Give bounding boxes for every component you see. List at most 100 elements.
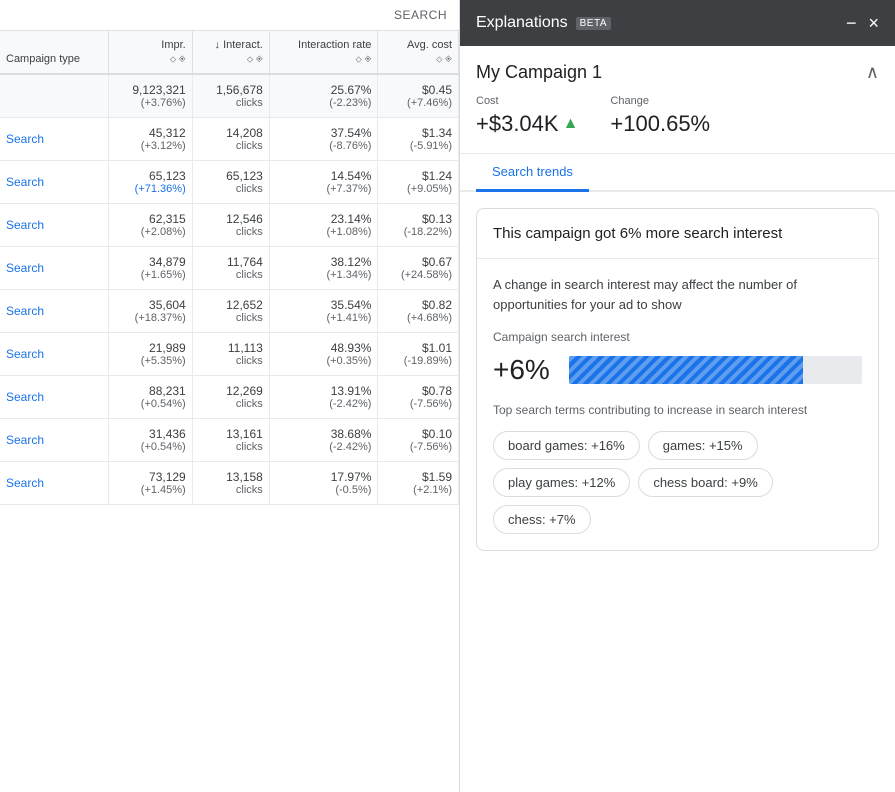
row-campaign-type[interactable]: Search [0,462,109,505]
row-interact-sub: clicks [199,269,263,281]
campaign-chevron-icon[interactable]: ∧ [866,62,879,83]
row-interact-rate: 17.97% (-0.5%) [269,462,378,505]
card-description: A change in search interest may affect t… [493,275,862,314]
cost-metric: Cost +$3.04K ▲ [476,95,578,137]
col-avg-cost-sort[interactable]: ⬦ ◈ [436,54,452,65]
total-impr-sub: (+3.76%) [115,97,185,109]
row-interact-main: 12,652 [199,298,263,312]
row-avg-cost-main: $0.82 [384,298,452,312]
row-campaign-type[interactable]: Search [0,161,109,204]
impr-sort-arrows: ⬦ ◈ [170,54,186,65]
row-interact-rate: 13.91% (-2.42%) [269,376,378,419]
row-avg-cost-main: $0.78 [384,384,452,398]
row-interact-main: 13,158 [199,470,263,484]
row-interact-rate: 23.14% (+1.08%) [269,204,378,247]
explanations-panel: Explanations BETA − × My Campaign 1 ∧ Co… [460,0,895,792]
row-campaign-type[interactable]: Search [0,376,109,419]
row-interact-sub: clicks [199,226,263,238]
beta-badge: BETA [576,17,611,30]
row-impr-main: 35,604 [115,298,185,312]
col-interact[interactable]: ↓ Interact. ⬦ ◈ [192,31,269,74]
row-avg-cost: $1.34 (-5.91%) [378,118,459,161]
col-interact-rate-label: Interaction rate [276,39,372,51]
row-interact: 11,113 clicks [192,333,269,376]
col-interact-rate-sort[interactable]: ⬦ ◈ [356,54,372,65]
row-impr-main: 34,879 [115,255,185,269]
row-impr: 88,231 (+0.54%) [109,376,192,419]
row-interact-sub: clicks [199,355,263,367]
row-interact-main: 14,208 [199,126,263,140]
row-avg-cost-sub: (-5.91%) [384,140,452,152]
row-impr-main: 21,989 [115,341,185,355]
table-row: Search 45,312 (+3.12%) 14,208 clicks 37.… [0,118,459,161]
row-impr-main: 31,436 [115,427,185,441]
panel-header: Explanations BETA − × [460,0,895,46]
total-interact-rate: 25.67% (-2.23%) [269,74,378,118]
row-interact-rate-main: 17.97% [276,470,372,484]
row-avg-cost-sub: (-19.89%) [384,355,452,367]
row-interact-rate-sub: (-0.5%) [276,484,372,496]
row-impr-sub: (+5.35%) [115,355,185,367]
row-avg-cost-sub: (+2.1%) [384,484,452,496]
row-campaign-type[interactable]: Search [0,333,109,376]
row-avg-cost: $0.82 (+4.68%) [378,290,459,333]
row-impr-sub: (+71.36%) [115,183,185,195]
row-campaign-type[interactable]: Search [0,204,109,247]
campaign-header: My Campaign 1 ∧ [476,62,879,83]
row-interact-rate-main: 48.93% [276,341,372,355]
term-chip: chess: +7% [493,505,591,534]
row-avg-cost-main: $0.13 [384,212,452,226]
bar-background [569,356,862,384]
row-interact-rate-sub: (-2.42%) [276,441,372,453]
close-button[interactable]: × [868,14,879,32]
total-impr: 9,123,321 (+3.76%) [109,74,192,118]
row-impr-sub: (+0.54%) [115,441,185,453]
campaign-section: My Campaign 1 ∧ Cost +$3.04K ▲ Change +1… [460,46,895,154]
table-panel: SEARCH Campaign type Impr. ⬦ ◈ ↓ Interac… [0,0,460,792]
row-interact-main: 12,269 [199,384,263,398]
card-body: A change in search interest may affect t… [477,259,878,550]
explanation-card: This campaign got 6% more search interes… [476,208,879,551]
total-interact-sub: clicks [199,97,263,109]
tab-search-trends[interactable]: Search trends [476,154,589,192]
minimize-button[interactable]: − [846,14,857,32]
change-metric: Change +100.65% [610,95,710,137]
row-impr-sub: (+1.45%) [115,484,185,496]
card-header: This campaign got 6% more search interes… [477,209,878,259]
row-interact-rate-sub: (+1.08%) [276,226,372,238]
term-chip: play games: +12% [493,468,630,497]
total-campaign-type [0,74,109,118]
row-impr-main: 65,123 [115,169,185,183]
row-impr-main: 45,312 [115,126,185,140]
total-avg-cost-sub: (+7.46%) [384,97,452,109]
row-interact-main: 65,123 [199,169,263,183]
col-impr[interactable]: Impr. ⬦ ◈ [109,31,192,74]
row-avg-cost: $0.78 (-7.56%) [378,376,459,419]
table-row: Search 62,315 (+2.08%) 12,546 clicks 23.… [0,204,459,247]
total-interact: 1,56,678 clicks [192,74,269,118]
col-interact-rate[interactable]: Interaction rate ⬦ ◈ [269,31,378,74]
row-interact-rate: 35.54% (+1.41%) [269,290,378,333]
row-interact: 13,158 clicks [192,462,269,505]
row-interact-main: 13,161 [199,427,263,441]
row-interact-sub: clicks [199,140,263,152]
row-interact-rate-sub: (+1.41%) [276,312,372,324]
row-interact-main: 11,764 [199,255,263,269]
col-avg-cost[interactable]: Avg. cost ⬦ ◈ [378,31,459,74]
interest-value: +6% [493,354,553,386]
col-impr-sort[interactable]: ⬦ ◈ [170,54,186,65]
table-row: Search 34,879 (+1.65%) 11,764 clicks 38.… [0,247,459,290]
row-avg-cost-main: $1.24 [384,169,452,183]
table-header-row: Campaign type Impr. ⬦ ◈ ↓ Interact. ⬦ ◈ … [0,31,459,74]
row-avg-cost: $0.13 (-18.22%) [378,204,459,247]
row-avg-cost-main: $1.01 [384,341,452,355]
row-interact-rate-sub: (+0.35%) [276,355,372,367]
row-campaign-type[interactable]: Search [0,247,109,290]
row-campaign-type[interactable]: Search [0,118,109,161]
row-campaign-type[interactable]: Search [0,290,109,333]
col-interact-sort[interactable]: ⬦ ◈ [247,54,263,65]
campaign-name: My Campaign 1 [476,62,602,83]
row-interact-sub: clicks [199,183,263,195]
row-interact-rate: 37.54% (-8.76%) [269,118,378,161]
row-campaign-type[interactable]: Search [0,419,109,462]
